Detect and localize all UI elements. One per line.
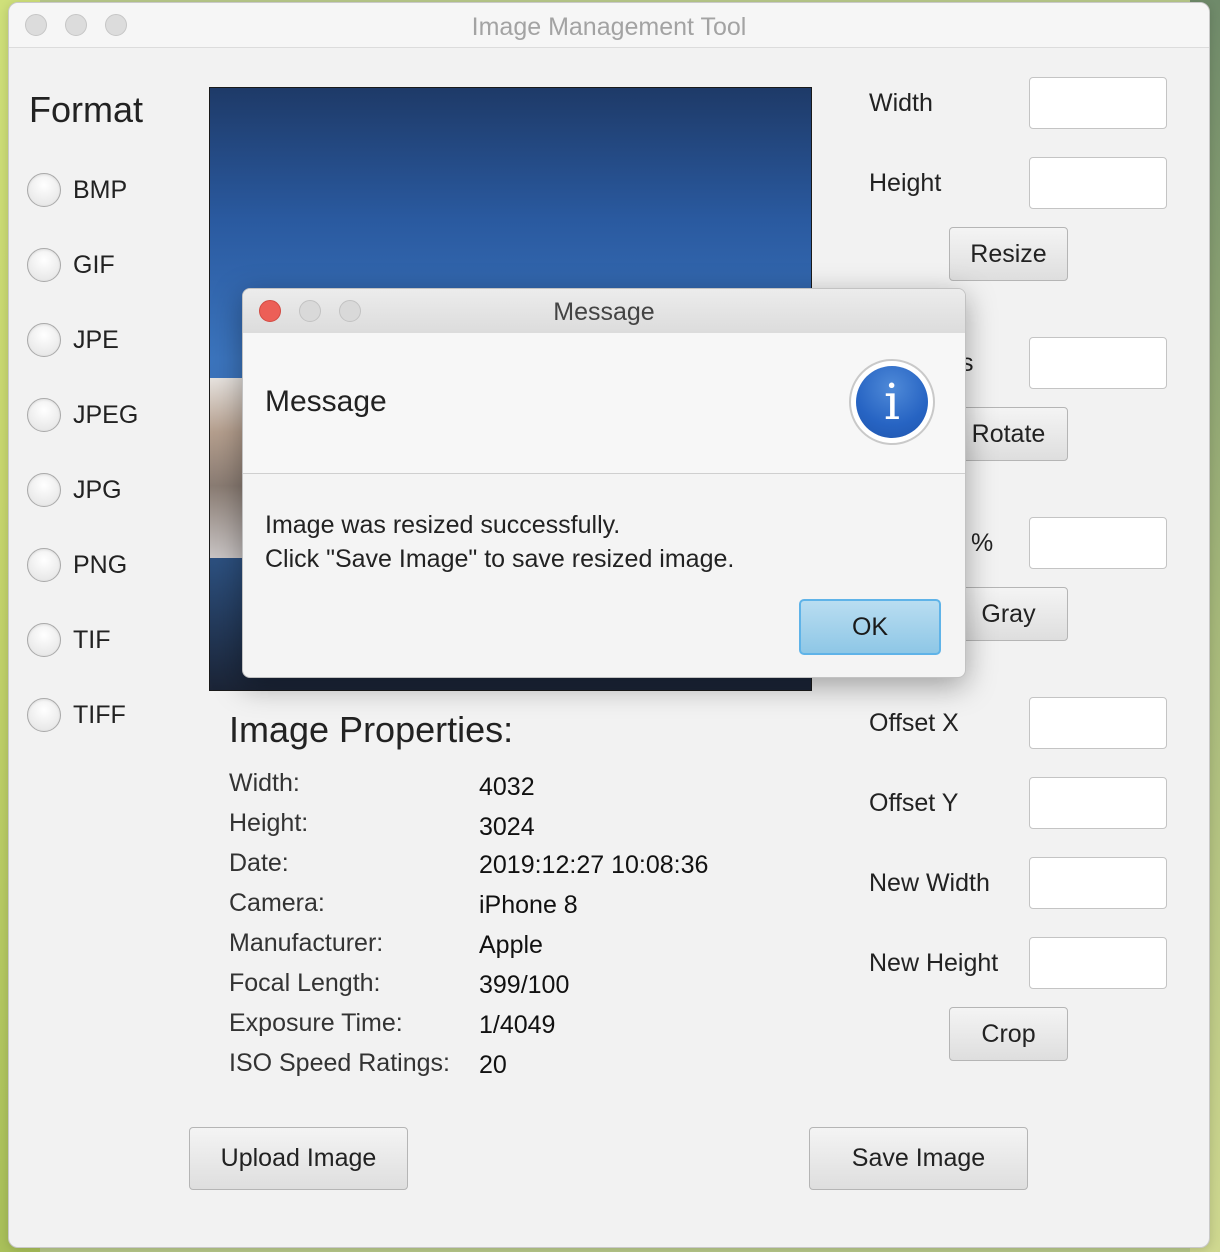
radio-button[interactable] xyxy=(27,323,61,357)
property-key: Width: xyxy=(229,769,300,797)
new-width-label: New Width xyxy=(869,869,990,897)
radio-button[interactable] xyxy=(27,548,61,582)
format-option-tif[interactable]: TIF xyxy=(27,620,111,660)
upload-image-button[interactable]: Upload Image xyxy=(189,1127,408,1190)
format-option-label: JPE xyxy=(73,325,119,354)
radio-button[interactable] xyxy=(27,473,61,507)
main-window: Image Management Tool Format BMP GIF JPE… xyxy=(8,2,1210,1248)
property-key: Focal Length: xyxy=(229,969,381,997)
crop-button[interactable]: Crop xyxy=(949,1007,1068,1061)
info-icon: i xyxy=(856,366,928,438)
property-value: 1/4049 xyxy=(479,1011,556,1039)
dialog-titlebar: Message xyxy=(243,289,965,334)
offset-x-input[interactable] xyxy=(1029,697,1167,749)
dialog-header-text: Message xyxy=(265,385,387,418)
offset-y-label: Offset Y xyxy=(869,789,959,817)
radio-button[interactable] xyxy=(27,698,61,732)
property-key: ISO Speed Ratings: xyxy=(229,1049,450,1077)
format-option-bmp[interactable]: BMP xyxy=(27,170,127,210)
property-value: 20 xyxy=(479,1051,507,1079)
property-value: Apple xyxy=(479,931,543,959)
format-option-label: JPG xyxy=(73,475,122,504)
format-option-label: TIFF xyxy=(73,700,126,729)
format-title: Format xyxy=(29,89,144,130)
radio-button[interactable] xyxy=(27,398,61,432)
dialog-message-line-1: Image was resized successfully. xyxy=(265,511,621,539)
format-option-jpg[interactable]: JPG xyxy=(27,470,122,510)
save-image-button[interactable]: Save Image xyxy=(809,1127,1028,1190)
radio-button[interactable] xyxy=(27,173,61,207)
rotate-input[interactable] xyxy=(1029,337,1167,389)
dialog-header: Message i xyxy=(243,333,965,474)
format-option-png[interactable]: PNG xyxy=(27,545,127,585)
resize-button[interactable]: Resize xyxy=(949,227,1068,281)
dialog-title: Message xyxy=(553,298,655,326)
format-option-jpeg[interactable]: JPEG xyxy=(27,395,138,435)
width-label: Width xyxy=(869,89,933,117)
property-value: iPhone 8 xyxy=(479,891,578,919)
new-height-input[interactable] xyxy=(1029,937,1167,989)
width-input[interactable] xyxy=(1029,77,1167,129)
dialog-message-line-2: Click "Save Image" to save resized image… xyxy=(265,545,735,573)
window-titlebar: Image Management Tool xyxy=(9,3,1209,48)
gray-label: % xyxy=(971,529,994,557)
property-key: Manufacturer: xyxy=(229,929,384,957)
format-option-label: BMP xyxy=(73,175,128,204)
gray-input[interactable] xyxy=(1029,517,1167,569)
message-dialog: Message Message i Image was resized succ… xyxy=(242,288,966,678)
new-width-input[interactable] xyxy=(1029,857,1167,909)
property-value: 4032 xyxy=(479,773,535,801)
gray-button[interactable]: Gray xyxy=(949,587,1068,641)
ok-button[interactable]: OK xyxy=(799,599,941,655)
format-option-tiff[interactable]: TIFF xyxy=(27,695,126,735)
height-label: Height xyxy=(869,169,942,197)
radio-button[interactable] xyxy=(27,623,61,657)
height-input[interactable] xyxy=(1029,157,1167,209)
property-value: 399/100 xyxy=(479,971,570,999)
rotate-button[interactable]: Rotate xyxy=(949,407,1068,461)
property-key: Height: xyxy=(229,809,309,837)
offset-x-label: Offset X xyxy=(869,709,959,737)
image-properties-title: Image Properties: xyxy=(229,709,514,750)
radio-button[interactable] xyxy=(27,248,61,282)
format-option-label: TIF xyxy=(73,625,111,654)
offset-y-input[interactable] xyxy=(1029,777,1167,829)
image-preview-mountain xyxy=(210,378,246,558)
format-option-label: GIF xyxy=(73,250,115,279)
property-key: Date: xyxy=(229,849,289,877)
format-option-label: PNG xyxy=(73,550,128,579)
format-option-label: JPEG xyxy=(73,400,139,429)
format-option-jpe[interactable]: JPE xyxy=(27,320,119,360)
property-value: 2019:12:27 10:08:36 xyxy=(479,851,709,879)
new-height-label: New Height xyxy=(869,949,999,977)
format-option-gif[interactable]: GIF xyxy=(27,245,115,285)
window-title: Image Management Tool xyxy=(471,13,747,41)
property-key: Exposure Time: xyxy=(229,1009,403,1037)
property-key: Camera: xyxy=(229,889,325,917)
property-value: 3024 xyxy=(479,813,535,841)
